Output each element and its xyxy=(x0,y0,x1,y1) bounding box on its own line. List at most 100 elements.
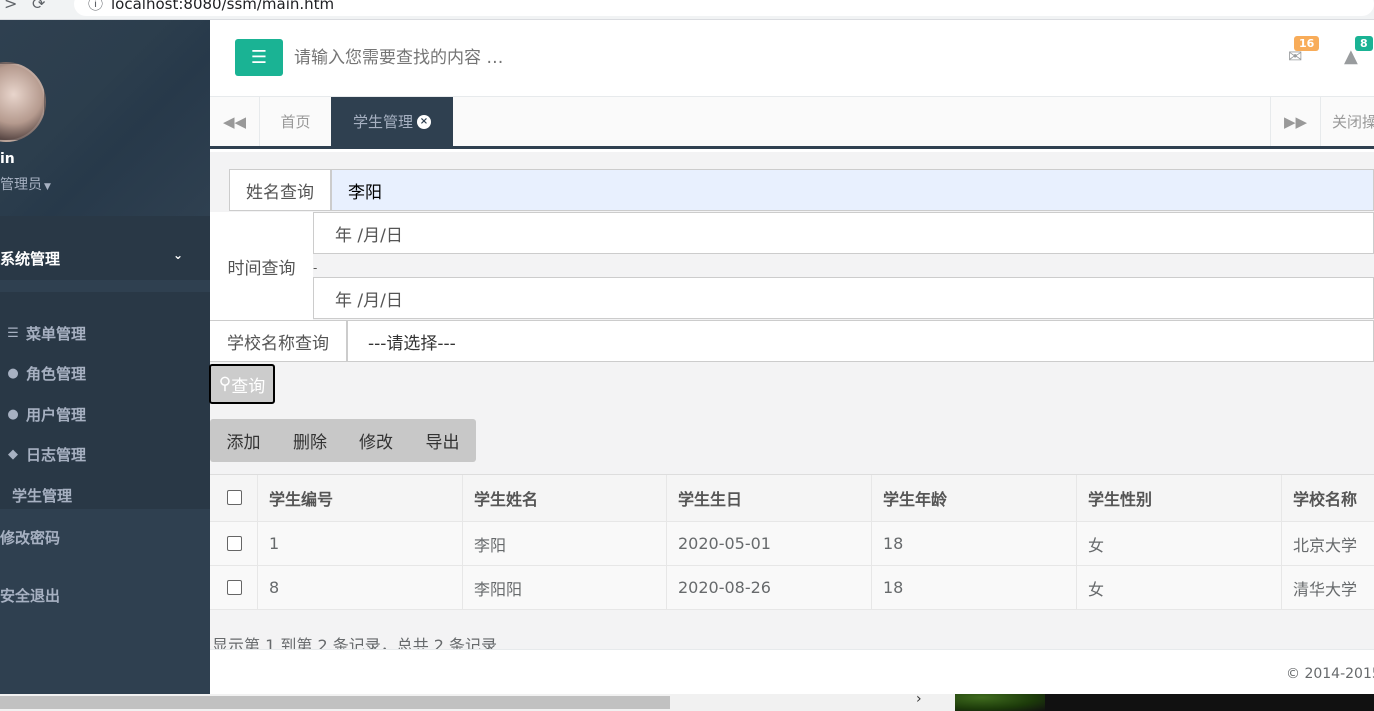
tab-label: 学生管理 xyxy=(352,113,413,131)
end-date-input[interactable]: 年 /月/日 xyxy=(313,277,1374,319)
row-select-cell xyxy=(210,566,257,609)
sidebar-item-change-password[interactable]: 修改密码 xyxy=(0,527,60,548)
tab-student-management[interactable]: 学生管理 × xyxy=(331,97,453,146)
copyright-text: © 2014-2015 xyxy=(1286,666,1374,682)
sidebar-item-logout[interactable]: 安全退出 xyxy=(0,585,60,606)
back-arrow-icon[interactable]: > xyxy=(4,0,17,13)
sidebar: in 管理员 ▼ 系统管理 ⌄ ☰ 菜单管理 ● 角色管理 ● 用户管理 ◆ 日志管理 学… xyxy=(0,20,210,694)
users-icon: ● xyxy=(7,365,19,381)
sidebar-item-menu[interactable]: ☰ 菜单管理 xyxy=(4,319,86,347)
tags-icon: ◆ xyxy=(8,446,18,462)
backward-icon: ◀◀ xyxy=(222,112,247,131)
table-toolbar: 添加 删除 修改 导出 xyxy=(210,419,476,462)
column-header[interactable]: 学校名称 xyxy=(1281,475,1374,521)
sidebar-submenu: ☰ 菜单管理 ● 角色管理 ● 用户管理 ◆ 日志管理 学生管理 xyxy=(0,292,210,509)
table-row[interactable]: 1 李阳 2020-05-01 18 女 北京大学 xyxy=(210,522,1374,566)
main-content: 姓名查询 李阳 时间查询 年 /月/日 - 年 /月/日 学校名称查询 ---请… xyxy=(209,152,1374,655)
table-cell: 清华大学 xyxy=(1281,566,1374,609)
select-all-checkbox[interactable] xyxy=(227,490,242,505)
sidebar-item-label: 学生管理 xyxy=(12,486,73,505)
table-cell: 18 xyxy=(871,566,1076,609)
horizontal-scrollbar[interactable]: › xyxy=(0,691,955,711)
table-cell: 李阳阳 xyxy=(462,566,666,609)
query-button[interactable]: ⚲ 查询 xyxy=(209,364,275,404)
scrollbar-thumb[interactable] xyxy=(0,696,670,709)
table-cell: 北京大学 xyxy=(1281,522,1374,565)
table-cell: 女 xyxy=(1076,566,1281,609)
table-cell: 2020-05-01 xyxy=(666,522,871,565)
user-name: in xyxy=(0,151,15,167)
wallpaper-leaf xyxy=(955,694,1045,711)
info-icon: ⓘ xyxy=(88,0,104,13)
table-header-row: 学生编号 学生姓名 学生生日 学生年龄 学生性别 学校名称 xyxy=(210,475,1374,522)
row-select-cell xyxy=(210,522,257,565)
tabs-scroll-right-button[interactable]: ▶▶ xyxy=(1270,97,1320,146)
tabs-scroll-left-button[interactable]: ◀◀ xyxy=(210,97,260,146)
sidebar-item-label: 菜单管理 xyxy=(26,324,87,343)
row-checkbox[interactable] xyxy=(227,535,242,551)
top-navbar: ☰ ✉ 16 ▲ 8 xyxy=(210,20,1374,97)
column-header[interactable]: 学生年龄 xyxy=(871,475,1076,521)
forward-icon: ▶▶ xyxy=(1283,112,1308,131)
caret-down-icon: ▼ xyxy=(44,182,51,192)
table-cell: 18 xyxy=(871,522,1076,565)
sidebar-item-logs[interactable]: ◆ 日志管理 xyxy=(4,440,86,468)
sidebar-item-label: 用户管理 xyxy=(26,405,87,424)
sidebar-item-label: 角色管理 xyxy=(26,364,87,383)
column-header[interactable]: 学生姓名 xyxy=(462,475,666,521)
address-bar[interactable]: ⓘ localhost:8080/ssm/main.htm xyxy=(74,0,1374,16)
date-range-separator: - xyxy=(313,261,318,275)
row-checkbox[interactable] xyxy=(227,579,242,595)
user-role: 管理员 xyxy=(0,177,42,193)
edit-button[interactable]: 修改 xyxy=(343,419,409,462)
mail-count-badge: 16 xyxy=(1294,36,1320,51)
close-icon[interactable]: × xyxy=(417,114,431,129)
table-cell: 李阳 xyxy=(462,522,666,565)
user-icon: ● xyxy=(7,406,19,422)
column-header[interactable]: 学生编号 xyxy=(257,475,462,521)
school-query-label: 学校名称查询 xyxy=(210,320,347,362)
scroll-right-arrow-icon[interactable]: › xyxy=(916,691,922,707)
sidebar-item-roles[interactable]: ● 角色管理 xyxy=(4,359,86,387)
export-button[interactable]: 导出 xyxy=(409,419,476,462)
school-select[interactable]: ---请选择--- xyxy=(347,320,1374,362)
footer: © 2014-2015 xyxy=(210,649,1374,694)
query-button-label: 查询 xyxy=(231,376,266,397)
chevron-down-icon: ⌄ xyxy=(173,248,184,262)
sidebar-group-system[interactable]: 系统管理 ⌄ xyxy=(0,236,210,280)
table-cell: 8 xyxy=(257,566,462,609)
browser-toolbar: > ⟳ ⓘ localhost:8080/ssm/main.htm xyxy=(0,0,1374,20)
page-tabs: ◀◀ 首页 学生管理 × ▶▶ 关闭操作 xyxy=(210,97,1374,149)
table-row[interactable]: 8 李阳阳 2020-08-26 18 女 清华大学 xyxy=(210,566,1374,610)
select-all-cell xyxy=(210,475,257,521)
avatar[interactable] xyxy=(0,62,46,142)
url-text: localhost:8080/ssm/main.htm xyxy=(111,0,335,13)
user-role-dropdown[interactable]: 管理员 ▼ xyxy=(0,174,51,194)
tab-home[interactable]: 首页 xyxy=(260,97,331,146)
sidebar-item-students[interactable]: 学生管理 xyxy=(12,481,72,509)
time-query-label: 时间查询 xyxy=(210,212,313,320)
profile-panel: in 管理员 ▼ xyxy=(0,20,210,216)
desktop-background xyxy=(955,694,1374,711)
bell-count-badge: 8 xyxy=(1355,36,1373,51)
sidebar-divider xyxy=(0,216,210,236)
table-cell: 1 xyxy=(257,522,462,565)
reload-icon[interactable]: ⟳ xyxy=(32,0,45,13)
sidebar-item-users[interactable]: ● 用户管理 xyxy=(4,400,86,428)
table-cell: 2020-08-26 xyxy=(666,566,871,609)
column-header[interactable]: 学生生日 xyxy=(666,475,871,521)
top-search-input[interactable] xyxy=(294,42,894,74)
close-tabs-dropdown[interactable]: 关闭操作 xyxy=(1320,97,1374,146)
start-date-input[interactable]: 年 /月/日 xyxy=(313,212,1374,254)
column-header[interactable]: 学生性别 xyxy=(1076,475,1281,521)
add-button[interactable]: 添加 xyxy=(210,419,277,462)
delete-button[interactable]: 删除 xyxy=(277,419,343,462)
student-table: 学生编号 学生姓名 学生生日 学生年龄 学生性别 学校名称 1 李阳 2020-… xyxy=(210,474,1374,610)
table-cell: 女 xyxy=(1076,522,1281,565)
sidebar-item-label: 日志管理 xyxy=(26,445,87,464)
bars-icon: ☰ xyxy=(250,47,268,68)
menu-toggle-button[interactable]: ☰ xyxy=(235,39,283,76)
sidebar-group-label: 系统管理 xyxy=(0,249,61,268)
search-icon: ⚲ xyxy=(218,374,232,394)
name-query-input[interactable]: 李阳 xyxy=(331,169,1374,211)
